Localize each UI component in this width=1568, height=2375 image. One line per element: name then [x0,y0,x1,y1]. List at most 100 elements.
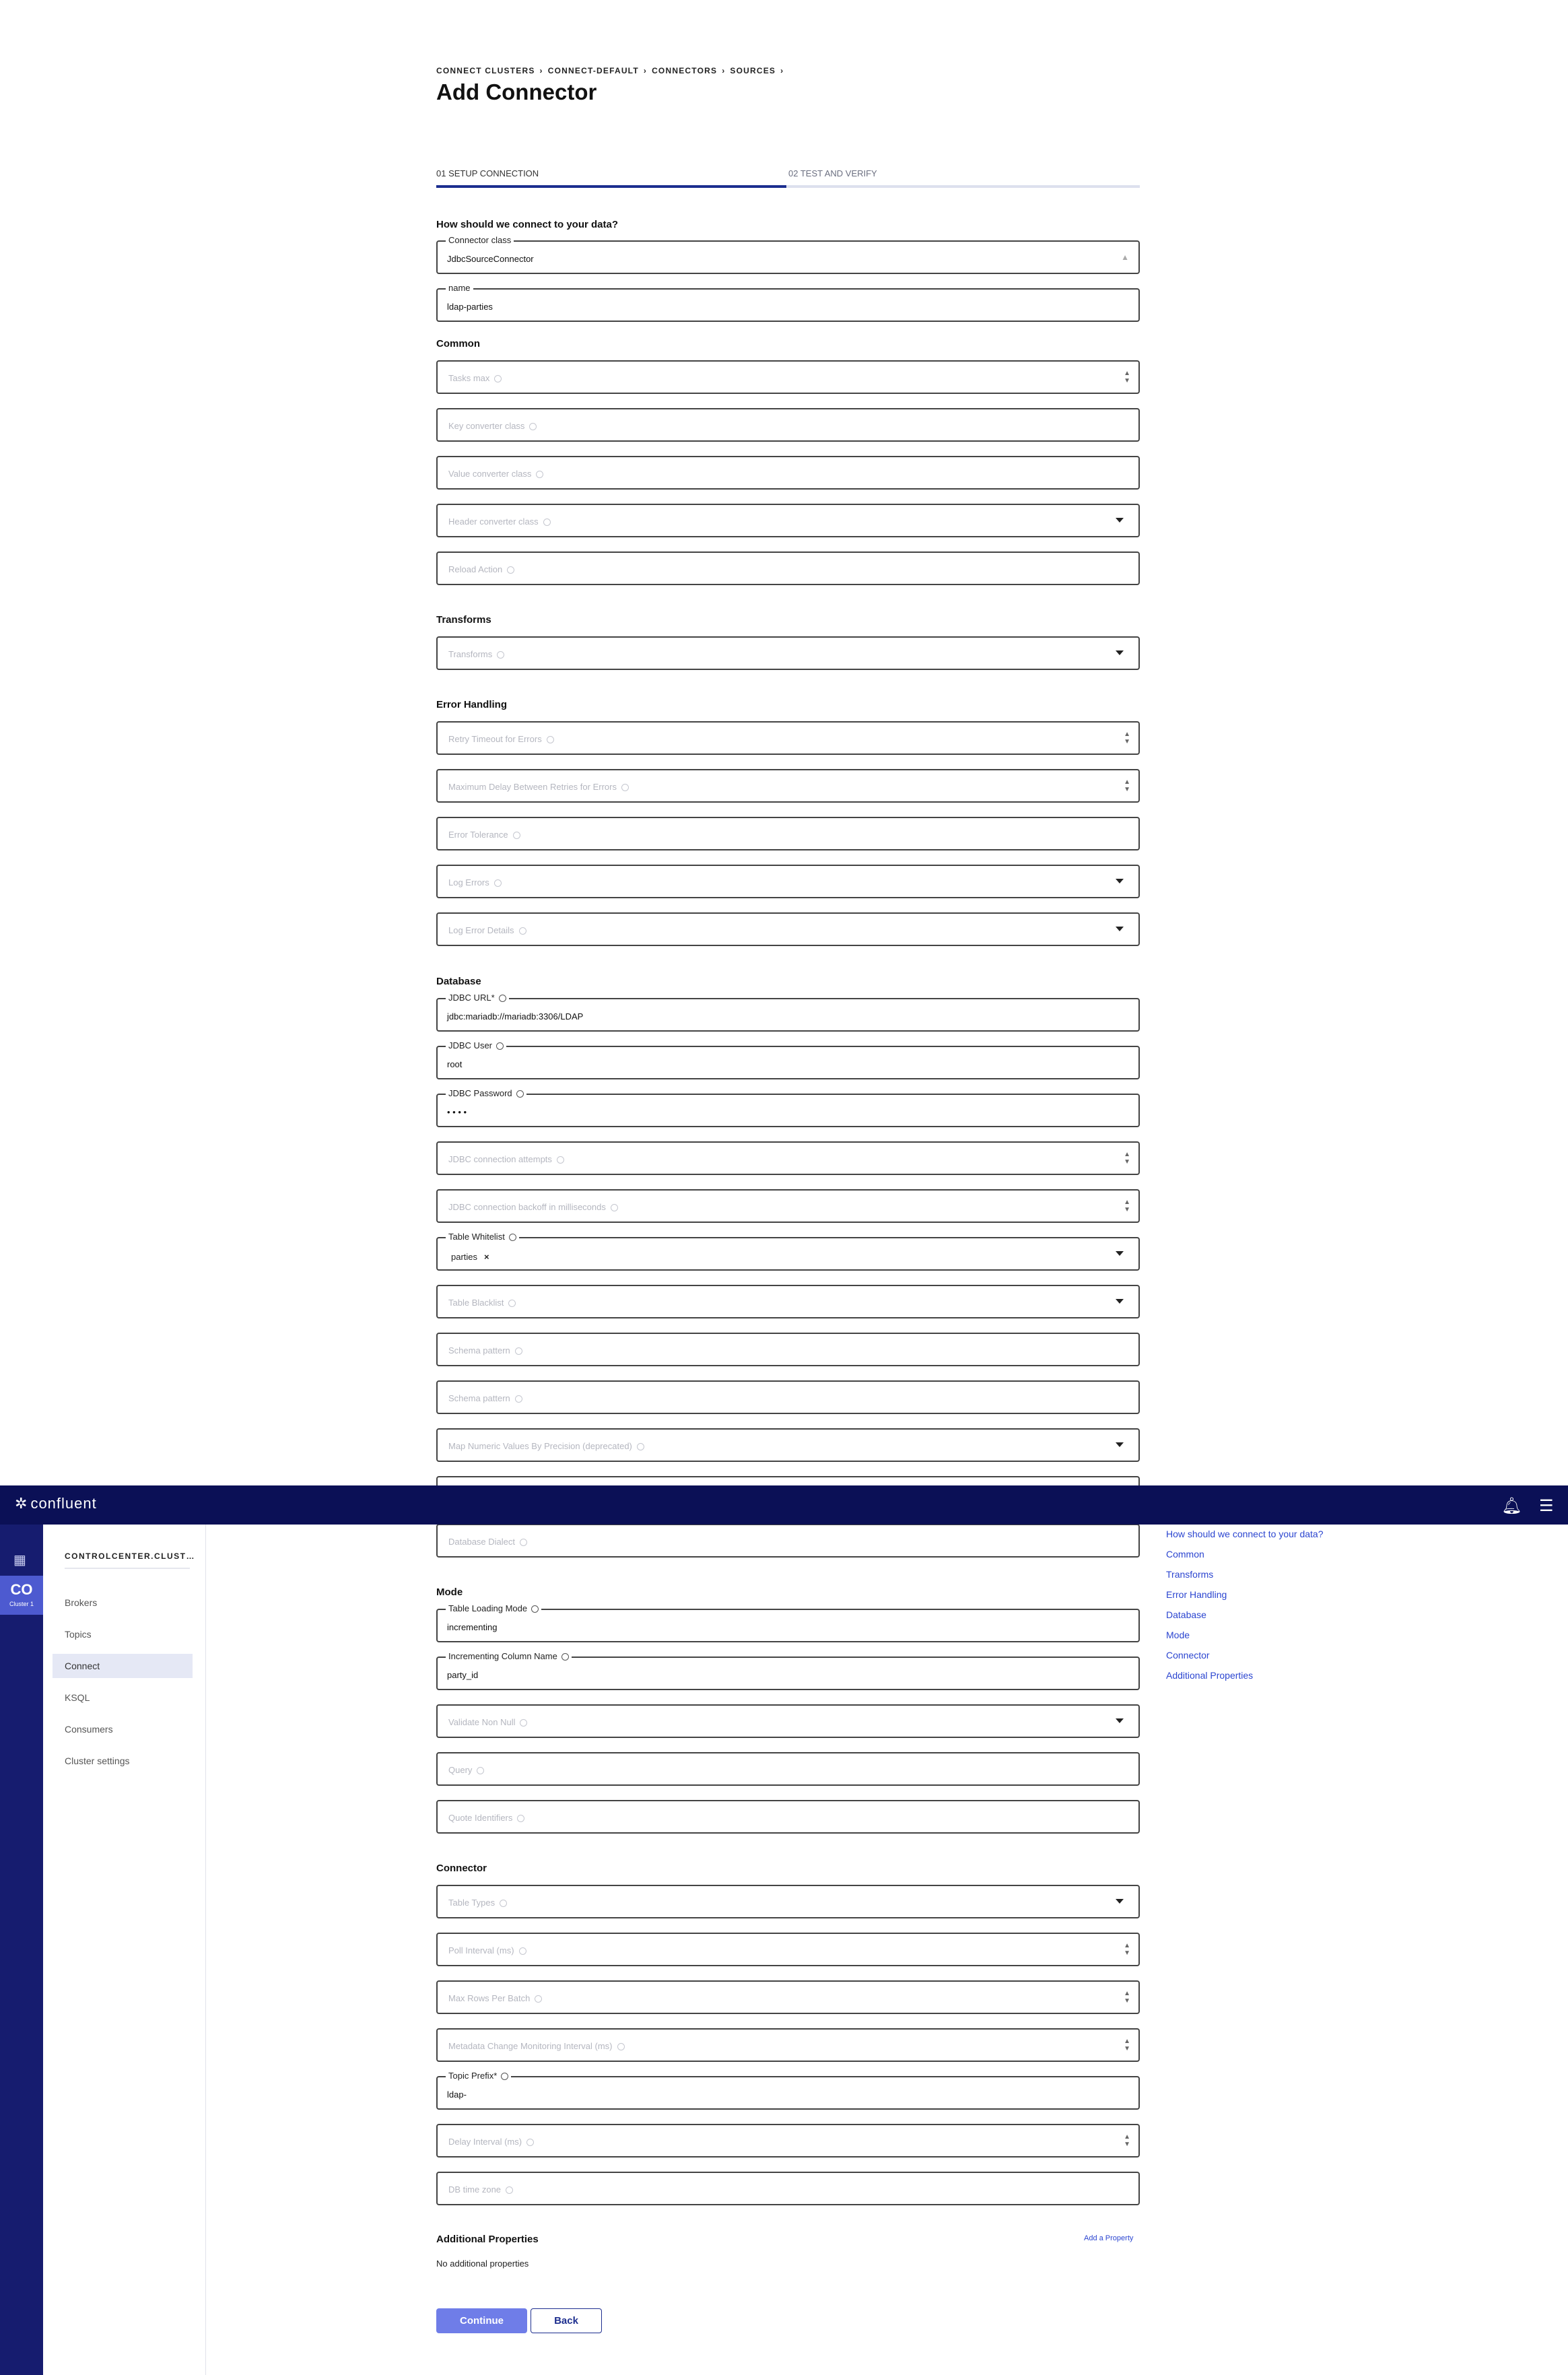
max-rows-field[interactable]: Max Rows Per Batch ▲ ▼ [436,1980,1140,2014]
chevron-down-icon [1116,927,1124,931]
schema-pattern-placeholder: Schema pattern [448,1345,510,1356]
section-error-handling-heading: Error Handling [436,699,508,710]
cluster-name: CONTROLCENTER.CLUST… [65,1551,195,1569]
confluent-logo[interactable]: ✲ confluent [15,1495,97,1512]
bell-icon[interactable]: 🔔︎ [1501,1496,1522,1516]
jdbc-password-label: JDBC Password [448,1088,512,1098]
nav-item-topics[interactable]: Topics [53,1622,193,1646]
stepper-icon[interactable]: ▲ ▼ [1124,1151,1130,1166]
name-field[interactable]: name ldap-parties [436,283,1140,322]
database-dialect-field[interactable]: Database Dialect [436,1524,1140,1558]
db-time-zone-field[interactable]: DB time zone [436,2172,1140,2205]
breadcrumb-connect-clusters[interactable]: CONNECT CLUSTERS [436,66,535,75]
transforms-select[interactable]: Transforms [436,636,1140,670]
error-tolerance-placeholder: Error Tolerance [448,830,508,840]
page-title: Add Connector [436,79,597,104]
stepper-icon[interactable]: ▲ ▼ [1124,1990,1130,2005]
quote-identifiers-field[interactable]: Quote Identifiers [436,1800,1140,1834]
remove-chip-icon[interactable]: × [484,1252,489,1262]
jdbc-url-field[interactable]: JDBC URL* jdbc:mariadb://mariadb:3306/LD… [436,993,1140,1032]
nav-item-cluster-settings[interactable]: Cluster settings [53,1749,193,1773]
connector-class-value: JdbcSourceConnector [447,254,534,264]
breadcrumb-separator-icon: › [643,66,648,75]
info-icon [531,1605,539,1613]
section-transforms-heading: Transforms [436,614,491,626]
table-loading-mode-field[interactable]: Table Loading Mode incrementing [436,1603,1140,1642]
table-types-select[interactable]: Table Types [436,1885,1140,1918]
info-icon [529,423,537,431]
chevron-down-icon [1116,1899,1124,1904]
chevron-down-icon [1116,518,1124,523]
reload-action-field[interactable]: Reload Action [436,551,1140,585]
table-loading-mode-value: incrementing [447,1622,498,1632]
breadcrumb-sources[interactable]: SOURCES [730,66,776,75]
add-property-link[interactable]: Add a Property [1084,2234,1133,2242]
log-error-details-select[interactable]: Log Error Details [436,912,1140,946]
breadcrumb-connect-default[interactable]: CONNECT-DEFAULT [548,66,639,75]
stepper-icon[interactable]: ▲ ▼ [1124,2038,1130,2052]
nav-item-connect[interactable]: Connect [53,1654,193,1678]
delay-interval-field[interactable]: Delay Interval (ms) ▲ ▼ [436,2124,1140,2157]
toc-item-error-handling[interactable]: Error Handling [1166,1589,1227,1600]
nav-item-brokers[interactable]: Brokers [53,1591,193,1615]
connection-attempts-field[interactable]: JDBC connection attempts ▲ ▼ [436,1141,1140,1175]
topic-prefix-field[interactable]: Topic Prefix* ldap- [436,2071,1140,2110]
info-icon [514,1395,522,1403]
retry-timeout-field[interactable]: Retry Timeout for Errors ▲ ▼ [436,721,1140,755]
incrementing-column-field[interactable]: Incrementing Column Name party_id [436,1651,1140,1690]
stepper-icon[interactable]: ▲ ▼ [1124,1942,1130,1957]
continue-button[interactable]: Continue [436,2308,527,2333]
toc-item-database[interactable]: Database [1166,1609,1206,1620]
progress-fill [436,185,786,188]
key-converter-field[interactable]: Key converter class [436,408,1140,442]
tasks-max-field[interactable]: Tasks max ▲ ▼ [436,360,1140,394]
stepper-icon[interactable]: ▲ ▼ [1124,1199,1130,1213]
stepper-icon[interactable]: ▲ ▼ [1124,2133,1130,2148]
value-converter-field[interactable]: Value converter class [436,456,1140,490]
jdbc-password-field[interactable]: JDBC Password • • • • [436,1088,1140,1127]
map-numeric-select[interactable]: Map Numeric Values By Precision (depreca… [436,1428,1140,1462]
log-errors-select[interactable]: Log Errors [436,865,1140,898]
schema-pattern-field[interactable]: Schema pattern [436,1333,1140,1366]
jdbc-user-field[interactable]: JDBC User root [436,1040,1140,1079]
error-tolerance-field[interactable]: Error Tolerance [436,817,1140,850]
nav-item-ksql[interactable]: KSQL [53,1685,193,1710]
stepper-icon[interactable]: ▲ ▼ [1124,778,1130,793]
info-icon [498,995,506,1003]
info-icon [617,2043,625,2051]
toc-item-connector[interactable]: Connector [1166,1650,1210,1661]
toc-item-common[interactable]: Common [1166,1549,1204,1560]
toc-item-transforms[interactable]: Transforms [1166,1569,1213,1580]
cluster-switcher[interactable]: CO Cluster 1 [0,1576,43,1615]
query-field[interactable]: Query [436,1752,1140,1786]
info-icon [556,1156,564,1164]
info-icon [543,519,551,527]
key-converter-placeholder: Key converter class [448,421,525,431]
page: CONNECT CLUSTERS › CONNECT-DEFAULT › CONNECT… [0,0,1568,2375]
table-whitelist-select[interactable]: Table Whitelist parties × [436,1232,1140,1271]
back-button[interactable]: Back [531,2308,602,2333]
table-whitelist-label: Table Whitelist [448,1232,505,1242]
header-converter-select[interactable]: Header converter class [436,504,1140,537]
table-blacklist-placeholder: Table Blacklist [448,1298,504,1308]
jdbc-url-value: jdbc:mariadb://mariadb:3306/LDAP [447,1011,584,1022]
toc-item-connect[interactable]: How should we connect to your data? [1166,1529,1323,1539]
nav-item-consumers[interactable]: Consumers [53,1717,193,1741]
quote-identifiers-placeholder: Quote Identifiers [448,1813,513,1823]
connector-class-field[interactable]: Connector class JdbcSourceConnector ▲ [436,235,1140,274]
connection-backoff-field[interactable]: JDBC connection backoff in milliseconds ▲… [436,1189,1140,1223]
toc-item-additional[interactable]: Additional Properties [1166,1670,1253,1681]
hamburger-icon[interactable]: ☰ [1539,1496,1554,1516]
apps-grid-icon[interactable]: ▦ [13,1551,26,1568]
validate-non-null-select[interactable]: Validate Non Null [436,1704,1140,1738]
retry-timeout-placeholder: Retry Timeout for Errors [448,734,542,744]
breadcrumb-connectors[interactable]: CONNECTORS [652,66,717,75]
metadata-monitoring-field[interactable]: Metadata Change Monitoring Interval (ms)… [436,2028,1140,2062]
poll-interval-field[interactable]: Poll Interval (ms) ▲ ▼ [436,1933,1140,1966]
schema-pattern-field-2[interactable]: Schema pattern [436,1380,1140,1414]
stepper-icon[interactable]: ▲ ▼ [1124,731,1130,745]
toc-item-mode[interactable]: Mode [1166,1630,1190,1640]
stepper-icon[interactable]: ▲ ▼ [1124,370,1130,384]
table-blacklist-select[interactable]: Table Blacklist [436,1285,1140,1318]
max-delay-field[interactable]: Maximum Delay Between Retries for Errors… [436,769,1140,803]
